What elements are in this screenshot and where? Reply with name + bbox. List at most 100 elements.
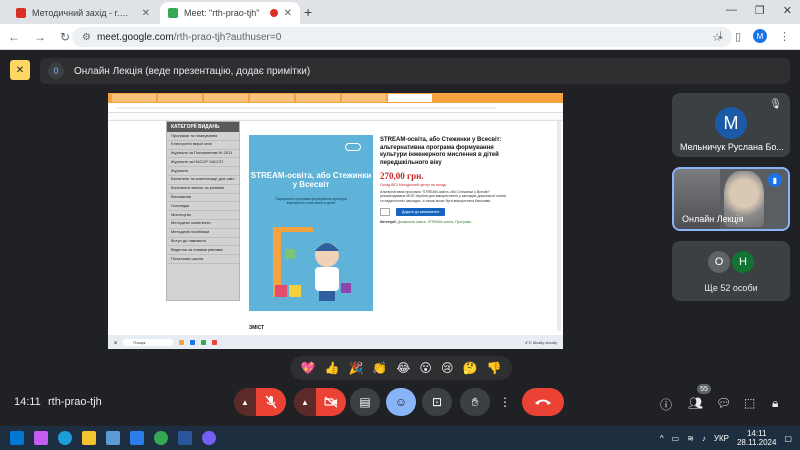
tab-meet[interactable]: Meet: "rth-prao-tjh" ✕ <box>160 2 300 24</box>
more-participants-tile[interactable]: О Н Ще 52 особи <box>672 241 790 301</box>
wifi-icon[interactable]: ≋ <box>687 434 694 443</box>
sidebar-item: Журнали за НАССР ХАССП <box>167 158 239 168</box>
shared-tab <box>296 94 340 102</box>
reaction-heart-icon[interactable]: 💖 <box>301 361 316 375</box>
reaction-laugh-icon[interactable]: 😂 <box>396 361 410 375</box>
sidebar-item: Ведення за новими рівнями <box>167 246 239 256</box>
shared-tab-strip <box>108 93 563 103</box>
windows-start-icon[interactable] <box>10 431 24 445</box>
sidebar-item: Журнали за Поновленим НІ 2011 <box>167 150 239 159</box>
avatar: M <box>715 107 747 139</box>
url-bar[interactable]: ⚙ meet.google.com/rth-prao-tjh?authuser=… <box>72 27 732 47</box>
new-tab-button[interactable]: + <box>304 4 312 20</box>
chevron-up-icon: ▲ <box>301 397 309 407</box>
captions-icon: ▤ <box>359 395 371 409</box>
window-controls: — ❐ ✕ <box>726 4 792 17</box>
reaction-surprise-icon[interactable]: 😮 <box>419 361 432 375</box>
participant-tile-active[interactable]: ▮ Онлайн Лекція <box>672 167 790 231</box>
activities-icon[interactable]: ⬚ <box>744 396 755 410</box>
meet-icon <box>168 8 178 18</box>
chrome-icon[interactable] <box>154 431 168 445</box>
copilot-icon[interactable] <box>34 431 48 445</box>
speaking-icon: ▮ <box>768 173 782 187</box>
emoji-button[interactable]: ☺ <box>386 388 416 416</box>
captions-button[interactable]: ▤ <box>350 388 380 416</box>
reaction-thumbs-up-icon[interactable]: 👍 <box>324 361 339 375</box>
contents-heading: ЗМІСТ <box>249 325 265 331</box>
sidepanel-icon[interactable]: ▯ <box>735 30 741 43</box>
chevron-up-icon: ▲ <box>241 397 249 407</box>
camera-toggle-button[interactable] <box>316 388 346 416</box>
download-icon[interactable]: ⤓ <box>718 30 723 43</box>
product-categories: Категорії: Дошкільна освіта, STREAM-осві… <box>380 220 508 224</box>
menu-icon[interactable]: ⋮ <box>779 30 790 43</box>
viber-icon[interactable] <box>202 431 216 445</box>
forward-icon[interactable]: → <box>34 30 46 44</box>
taskbar-date: 28.11.2024 <box>736 438 777 447</box>
sidebar-item: Конспекти занять за різними <box>167 185 239 194</box>
present-button[interactable]: ⊡ <box>422 388 452 416</box>
taskbar-clock[interactable]: 14:11 28.11.2024 <box>737 429 776 447</box>
sidebar-item: Вступ до навчання <box>167 238 239 247</box>
categories-value: Дошкільна освіта, STREAM-освіта, Програм… <box>397 219 472 224</box>
participant-name: Мельничук Руслана Бо... <box>680 142 784 152</box>
product-title: STREAM-освіта, або Стежинки у Всесвіт: а… <box>380 137 502 166</box>
info-icon[interactable]: ⓘ <box>660 396 672 413</box>
mail-icon[interactable] <box>130 431 144 445</box>
url-path: /rth-prao-tjh?authuser=0 <box>173 31 282 43</box>
raise-hand-button[interactable]: ✋︎ <box>460 388 490 416</box>
categories-label: Категорії: <box>380 219 397 224</box>
reaction-sad-icon[interactable]: 😢 <box>441 361 454 375</box>
back-icon[interactable]: ← <box>8 30 20 44</box>
taskbar-time: 14:11 <box>746 428 767 438</box>
volume-icon[interactable]: ♪ <box>702 434 706 443</box>
avatar: О <box>708 251 730 273</box>
reaction-party-icon[interactable]: 🎉 <box>348 361 363 375</box>
file-explorer-icon[interactable] <box>82 431 96 445</box>
shared-page: КАТЕГОРІЇ ВИДАНЬ Програми та планування … <box>108 121 563 335</box>
language-indicator[interactable]: УКР <box>714 434 729 443</box>
people-icon[interactable]: 👥︎ <box>688 396 703 410</box>
close-window-icon[interactable]: ✕ <box>783 4 792 17</box>
store-icon[interactable] <box>106 431 120 445</box>
participant-tile[interactable]: M 🎙︎ Мельничук Руслана Бо... <box>672 93 790 157</box>
maximize-icon[interactable]: ❐ <box>755 4 765 17</box>
edge-icon[interactable] <box>58 431 72 445</box>
presentation-banner: 0 Онлайн Лекція (веде презентацію, додає… <box>40 58 790 84</box>
word-icon[interactable] <box>178 431 192 445</box>
video-options-button[interactable]: ▲ <box>294 388 316 416</box>
site-info-icon[interactable]: ⚙ <box>82 32 91 43</box>
present-icon[interactable]: ✕ <box>10 60 30 80</box>
host-controls-icon[interactable]: 🔒︎ <box>772 396 778 411</box>
shared-tab <box>250 94 294 102</box>
mic-toggle-button[interactable] <box>256 388 286 416</box>
minimize-icon[interactable]: — <box>726 4 737 17</box>
app-icon <box>201 339 207 345</box>
reaction-thumbs-down-icon[interactable]: 👎 <box>486 361 501 375</box>
reload-icon[interactable]: ↻ <box>60 30 70 44</box>
tab-title: Методичний захід - r.melnych <box>32 8 136 18</box>
reaction-thinking-icon[interactable]: 🤔 <box>462 361 477 375</box>
mic-off-icon: 🎙︎ <box>769 99 782 110</box>
availability-text: Склад ВЕЗ Методичний центр/ на складі <box>380 183 446 187</box>
close-icon[interactable]: ✕ <box>284 8 292 19</box>
sidebar-item: Бюлетень та компенсації для шкіл <box>167 176 239 185</box>
profile-avatar[interactable]: M <box>753 29 767 43</box>
notifications-icon[interactable]: ▢ <box>784 434 792 443</box>
more-options-button[interactable]: ⋮ <box>496 388 514 416</box>
emoji-icon: ☺ <box>394 395 408 409</box>
leave-call-button[interactable] <box>522 388 564 416</box>
reaction-clap-icon[interactable]: 👏 <box>372 361 387 375</box>
sidebar-item: Методичні посібники <box>167 229 239 238</box>
participant-name: Онлайн Лекція <box>682 214 744 224</box>
audio-options-button[interactable]: ▲ <box>234 388 256 416</box>
browser-tab-bar: Методичний захід - r.melnych ✕ Meet: "rt… <box>0 0 800 24</box>
weather-text: 4°C Mostly cloudy <box>524 339 557 345</box>
network-icon[interactable]: ▭ <box>672 434 680 443</box>
chevron-up-icon[interactable]: ^ <box>660 434 664 443</box>
close-icon[interactable]: ✕ <box>142 8 150 19</box>
chat-icon[interactable]: 💬︎ <box>716 396 731 410</box>
sidebar-item: Методичні комплекти <box>167 220 239 229</box>
tab-methodical[interactable]: Методичний захід - r.melnych ✕ <box>8 2 158 24</box>
sidebar-title: КАТЕГОРІЇ ВИДАНЬ <box>167 122 239 132</box>
